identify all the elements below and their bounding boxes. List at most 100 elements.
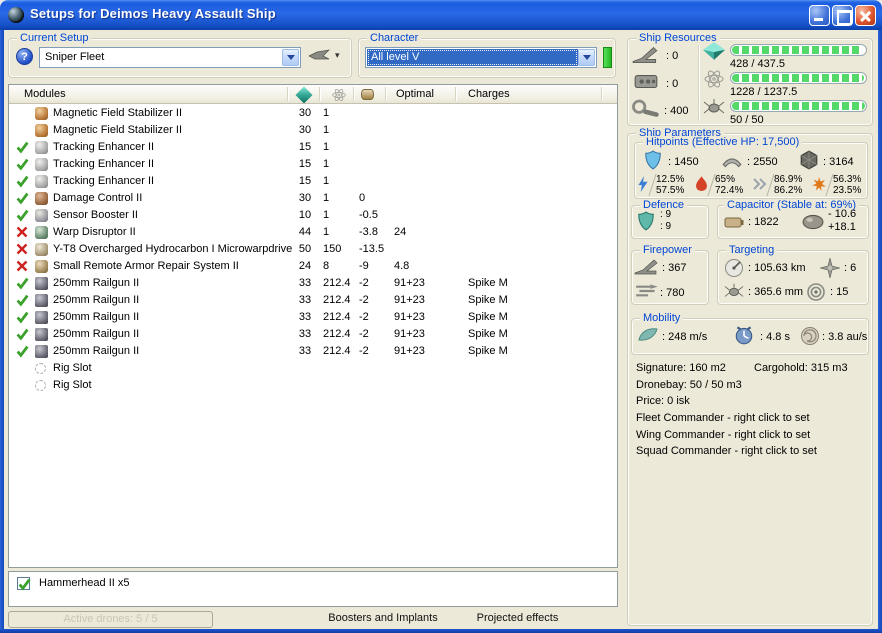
module-cpu: 10 [298,209,312,221]
mobility-label: Mobility [640,312,684,324]
turret-hardpoints-icon [632,44,660,67]
price-info: Price: 0 isk [636,395,690,407]
module-name: 250mm Railgun II [53,311,140,323]
capacitor-recharge-icon [802,214,824,233]
module-row[interactable]: 250mm Railgun II 33 212.4 -2 91+23 Spike M [9,275,617,292]
module-pg: 150 [323,243,342,255]
module-optimal: 24 [394,226,407,238]
module-row[interactable]: Magnetic Field Stabilizer II 30 1 [9,122,617,139]
module-row[interactable]: 250mm Railgun II 33 212.4 -2 91+23 Spike M [9,326,617,343]
explosive-armor-resist: 23.5% [833,185,862,196]
setup-combobox-arrow[interactable] [282,49,299,66]
drone-item[interactable]: Hammerhead II x5 [9,576,617,593]
em-resist: 12.5% 57.5% [637,174,684,196]
module-optimal: 91+23 [394,311,425,323]
turrets-free: : 0 [666,50,679,62]
module-row[interactable]: Sensor Booster II 10 1 -0.5 [9,207,617,224]
sensor-strength-icon [806,282,826,305]
module-pg: 212.4 [323,311,351,323]
max-targets: : 6 [844,262,857,274]
check-icon [16,158,29,171]
module-cpu: 33 [298,277,312,289]
module-name: 250mm Railgun II [53,294,140,306]
shield-icon [643,150,663,173]
module-row[interactable]: 250mm Railgun II 33 212.4 -2 91+23 Spike M [9,292,617,309]
targeting-range: : 105.63 km [748,262,806,274]
powergrid-bar [730,72,867,84]
column-modules[interactable]: Modules [24,88,66,100]
close-button[interactable] [855,5,876,26]
character-group: Character All level V [358,32,616,78]
help-icon[interactable]: ? [16,48,33,65]
tracking-enhancer-icon [35,175,48,188]
setup-combobox[interactable]: Sniper Fleet [39,47,301,68]
squad-commander-info[interactable]: Squad Commander - right click to set [636,445,817,457]
module-cap: -3.8 [359,226,378,238]
module-pg: 212.4 [323,277,351,289]
kinetic-shield-resist: 86.9% [774,174,803,185]
powergrid-usage: 1228 / 1237.5 [730,86,798,98]
tab-boosters-implants[interactable]: Boosters and Implants [310,612,456,624]
signature-info: Signature: 160 m2 [636,362,726,374]
titlebar[interactable]: Setups for Deimos Heavy Assault Ship [0,0,882,30]
module-row[interactable]: Tracking Enhancer II 15 1 [9,173,617,190]
module-cap: -2 [359,277,369,289]
module-name: Rig Slot [53,362,92,374]
module-cap: -2 [359,294,369,306]
drones-listbox[interactable]: Hammerhead II x5 [8,571,618,607]
capacitor-icon[interactable] [361,89,374,100]
scan-resolution-icon [724,282,744,303]
powergrid-icon[interactable] [332,88,346,105]
tab-active-drones[interactable]: Active drones: 5 / 5 [8,611,213,628]
modules-table-header[interactable]: Modules Optimal Charges [9,85,617,104]
tab-projected-effects[interactable]: Projected effects [455,612,580,624]
cpu-icon[interactable] [295,86,313,104]
module-cpu: 44 [298,226,312,238]
defence-shield-icon [637,211,655,234]
character-combobox-arrow[interactable] [578,49,595,66]
drone-checkbox[interactable] [17,577,31,591]
drone-bandwidth-usage: 50 / 50 [730,114,764,126]
ship-export-caret-icon[interactable]: ▾ [335,50,340,61]
module-row[interactable]: Damage Control II 30 1 0 [9,190,617,207]
module-row[interactable]: Small Remote Armor Repair System II 24 8 -9… [9,258,617,275]
module-row[interactable]: Y-T8 Overcharged Hydrocarbon I Microwarp… [9,241,617,258]
module-row[interactable]: Rig Slot [9,377,617,394]
em-armor-resist: 57.5% [656,185,685,196]
defence-value-2: : 9 [660,221,672,232]
character-combobox[interactable]: All level V [365,47,597,68]
em-shield-resist: 12.5% [656,174,685,185]
module-row[interactable]: Tracking Enhancer II 15 1 [9,139,617,156]
firepower-group: Firepower : 367 : 780 [631,244,709,305]
wing-commander-info[interactable]: Wing Commander - right click to set [636,429,810,441]
module-row[interactable]: Rig Slot [9,360,617,377]
column-optimal[interactable]: Optimal [396,88,434,100]
module-pg: 1 [323,107,330,119]
module-row[interactable]: 250mm Railgun II 33 212.4 -2 91+23 Spike M [9,343,617,360]
module-name: Tracking Enhancer II [53,158,155,170]
module-cpu: 50 [298,243,312,255]
ship-parameters-group: Ship Parameters Hitpoints (Effective HP:… [627,127,873,626]
fleet-commander-info[interactable]: Fleet Commander - right click to set [636,412,810,424]
maximize-button[interactable] [832,5,853,26]
module-cpu: 15 [298,158,312,170]
module-optimal: 4.8 [394,260,410,272]
module-charges: Spike M [468,345,508,357]
align-time-icon [732,324,756,349]
module-name: 250mm Railgun II [53,328,140,340]
column-charges[interactable]: Charges [468,88,510,100]
minimize-button[interactable] [809,5,830,26]
drone-bandwidth-icon [703,97,725,120]
module-row[interactable]: 250mm Railgun II 33 212.4 -2 91+23 Spike M [9,309,617,326]
module-row[interactable]: Magnetic Field Stabilizer II 30 1 [9,105,617,122]
capacitor-group: Capacitor (Stable at: 69%) : 1822 - 10.6… [717,199,869,239]
module-pg: 8 [323,260,330,272]
ship-export-button[interactable] [307,47,331,66]
module-pg: 212.4 [323,294,351,306]
check-icon [16,345,29,358]
module-row[interactable]: Tracking Enhancer II 15 1 [9,156,617,173]
module-optimal: 91+23 [394,277,425,289]
cross-icon [16,260,29,273]
module-row[interactable]: Warp Disruptor II 44 1 -3.8 24 [9,224,617,241]
module-cap: -0.5 [359,209,378,221]
